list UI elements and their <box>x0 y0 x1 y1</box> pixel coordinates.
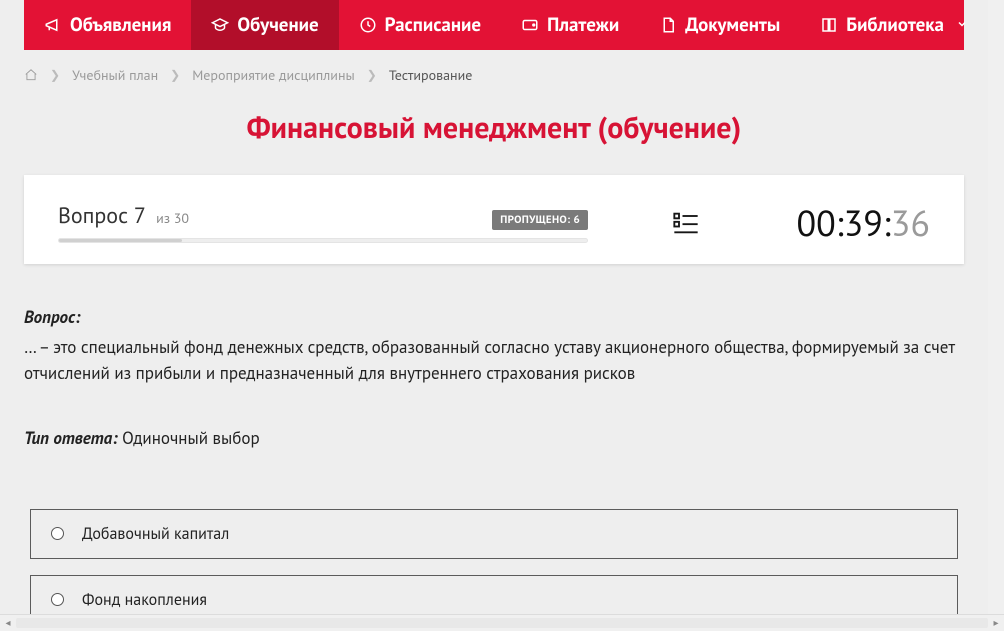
answer-option-label: Фонд накопления <box>82 590 207 610</box>
nav-label: Расписание <box>385 13 481 37</box>
clock-icon <box>359 16 377 34</box>
file-icon <box>659 16 677 34</box>
horizontal-scrollbar[interactable]: ◂ ▸ <box>0 614 1004 630</box>
chevron-right-icon: ❯ <box>170 68 180 83</box>
scroll-right-arrow[interactable]: ▸ <box>988 615 1004 631</box>
question-counter: Вопрос 7 из 30 <box>58 202 189 230</box>
book-icon <box>820 16 838 34</box>
question-heading: Вопрос: <box>24 306 964 328</box>
test-status-card: Вопрос 7 из 30 ПРОПУЩЕНО: 6 00:39:36 <box>24 175 964 264</box>
breadcrumb-item-curriculum[interactable]: Учебный план <box>72 66 158 84</box>
nav-item-announcements[interactable]: Объявления <box>24 0 191 50</box>
question-body: Вопрос: … – это специальный фонд денежны… <box>24 306 964 449</box>
page-scroll-region[interactable]: Объявления Обучение Расписание Платежи Д… <box>0 0 988 614</box>
answer-radio[interactable] <box>51 527 64 540</box>
breadcrumb-item-testing: Тестирование <box>389 66 473 84</box>
scroll-track[interactable] <box>16 618 988 628</box>
answer-option[interactable]: Фонд накопления <box>30 575 958 614</box>
page-title: Финансовый менеджмент (обучение) <box>0 108 988 147</box>
breadcrumb: ❯ Учебный план ❯ Мероприятие дисциплины … <box>24 50 964 100</box>
megaphone-icon <box>44 16 62 34</box>
chevron-right-icon: ❯ <box>50 68 60 83</box>
nav-item-learning[interactable]: Обучение <box>191 0 338 50</box>
wallet-icon <box>521 16 539 34</box>
graduation-icon <box>211 16 229 34</box>
nav-item-library[interactable]: Библиотека <box>800 0 988 50</box>
question-total: из 30 <box>156 209 189 227</box>
nav-item-schedule[interactable]: Расписание <box>339 0 501 50</box>
timer-seconds: 36 <box>891 199 930 246</box>
home-icon[interactable] <box>24 68 38 82</box>
answer-option-label: Добавочный капитал <box>82 524 229 544</box>
progress-fill <box>59 239 182 242</box>
question-list-toggle[interactable] <box>672 209 700 237</box>
chevron-right-icon: ❯ <box>367 68 377 83</box>
nav-label: Библиотека <box>846 13 944 37</box>
breadcrumb-item-event[interactable]: Мероприятие дисциплины <box>192 66 355 84</box>
nav-label: Обучение <box>237 13 318 37</box>
progress-bar <box>58 238 588 243</box>
nav-label: Документы <box>685 13 780 37</box>
timer: 00:39:36 <box>797 199 931 246</box>
answer-type-label: Тип ответа: <box>24 427 118 449</box>
question-text: … – это специальный фонд денежных средст… <box>24 334 964 387</box>
nav-item-documents[interactable]: Документы <box>639 0 800 50</box>
answer-type: Тип ответа: Одиночный выбор <box>24 427 964 449</box>
chevron-down-icon <box>956 16 968 34</box>
scroll-left-arrow[interactable]: ◂ <box>0 615 16 631</box>
answer-options: Добавочный капитал Фонд накопления <box>30 509 958 614</box>
answer-option[interactable]: Добавочный капитал <box>30 509 958 559</box>
timer-main: 00:39: <box>797 199 891 246</box>
nav-label: Объявления <box>70 13 171 37</box>
nav-label: Платежи <box>547 13 619 37</box>
answer-type-value: Одиночный выбор <box>122 427 260 449</box>
skipped-badge: ПРОПУЩЕНО: 6 <box>492 210 588 230</box>
main-navbar: Объявления Обучение Расписание Платежи Д… <box>24 0 964 50</box>
status-left: Вопрос 7 из 30 ПРОПУЩЕНО: 6 <box>58 202 588 243</box>
nav-item-payments[interactable]: Платежи <box>501 0 639 50</box>
question-number: Вопрос 7 <box>58 202 146 230</box>
answer-radio[interactable] <box>51 593 64 606</box>
